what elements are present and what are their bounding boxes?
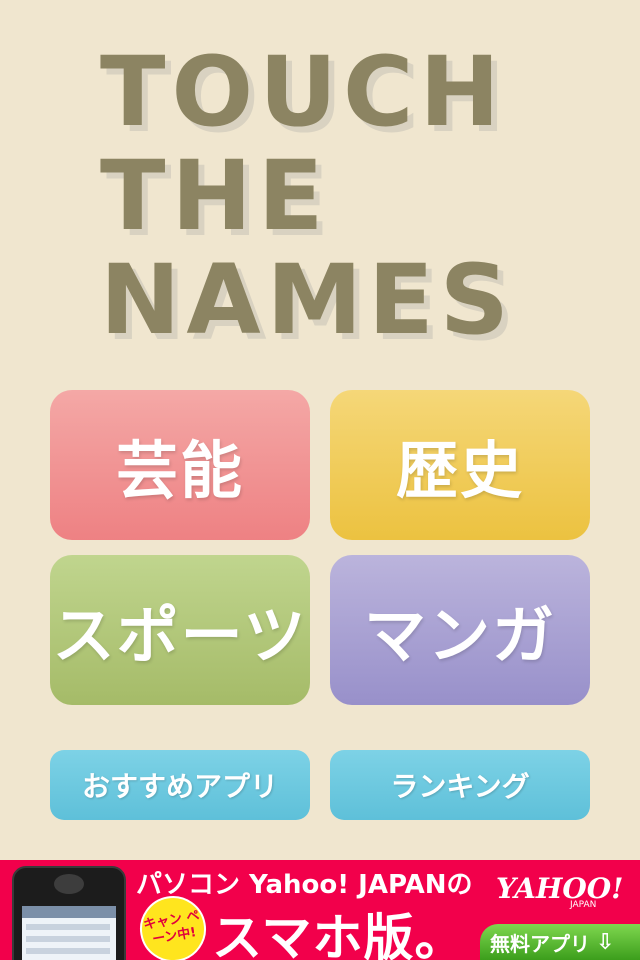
category-rekishi-button[interactable]: 歴史	[330, 390, 590, 540]
title-line-3: NAMES	[100, 244, 515, 356]
ranking-button[interactable]: ランキング	[330, 750, 590, 820]
ad-headline: パソコン Yahoo! JAPANの	[136, 870, 473, 900]
phone-image	[12, 866, 126, 960]
category-sports-button[interactable]: スポーツ	[50, 555, 310, 705]
download-icon: ⇩	[596, 929, 615, 955]
yahoo-logo-sub: JAPAN	[570, 900, 597, 910]
title-line-1: TOUCH	[100, 36, 506, 148]
campaign-badge: キャン ペーン中!	[134, 890, 212, 960]
free-app-download-button[interactable]: 無料アプリ ⇩	[480, 924, 640, 960]
recommended-apps-button[interactable]: おすすめアプリ	[50, 750, 310, 820]
category-geino-button[interactable]: 芸能	[50, 390, 310, 540]
app-title: TOUCH THE NAMES	[100, 40, 560, 352]
category-manga-button[interactable]: マンガ	[330, 555, 590, 705]
ad-main-text: スマホ版。	[212, 909, 466, 960]
title-line-2: THE	[100, 140, 330, 252]
download-label: 無料アプリ	[490, 931, 590, 956]
yahoo-logo: YAHOO!	[496, 872, 624, 905]
ad-banner[interactable]: パソコン Yahoo! JAPANの キャン ペーン中! スマホ版。 YAHOO…	[0, 860, 640, 960]
